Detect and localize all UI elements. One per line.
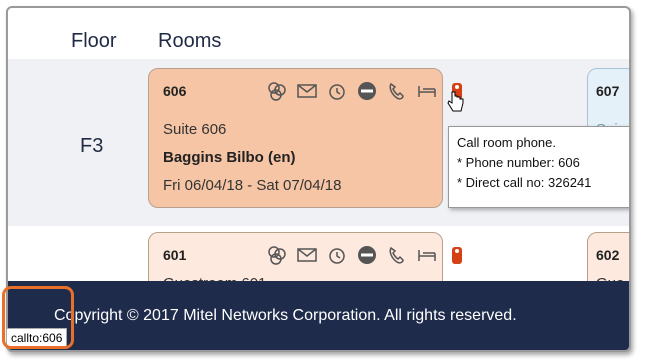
do-not-disturb-icon[interactable] — [357, 81, 377, 101]
room-type: Suite 606 — [163, 121, 227, 138]
footer: Copyright © 2017 Mitel Networks Corporat… — [8, 281, 629, 350]
app-window: Floor Rooms F3 606 Suite 606 Baggins Bil… — [6, 6, 631, 352]
door-hanger-icon[interactable] — [447, 245, 467, 265]
mail-icon[interactable] — [297, 245, 317, 265]
tooltip-phone-number: * Phone number: 606 — [457, 155, 580, 170]
rooms-column-header: Rooms — [158, 30, 222, 52]
mail-icon[interactable] — [297, 81, 317, 101]
room-number: 607 — [596, 83, 620, 99]
room-action-icons — [267, 245, 467, 265]
tooltip-title: Call room phone. — [457, 135, 556, 150]
do-not-disturb-icon[interactable] — [357, 245, 377, 265]
hand-cursor-icon — [447, 91, 464, 112]
room-number: 602 — [596, 247, 620, 263]
room-number: 606 — [163, 83, 187, 99]
phone-icon[interactable] — [387, 81, 407, 101]
floor-column-header: Floor — [71, 30, 117, 52]
bell-group-icon[interactable] — [267, 81, 287, 101]
call-room-tooltip: Call room phone. * Phone number: 606 * D… — [448, 126, 629, 208]
room-number: 601 — [163, 247, 187, 263]
floor-label: F3 — [80, 135, 104, 157]
guest-name: Baggins Bilbo (en) — [163, 149, 296, 166]
bed-icon[interactable] — [417, 81, 437, 101]
room-card-606[interactable]: 606 Suite 606 Baggins Bilbo (en) Fri 06/… — [148, 68, 464, 208]
phone-icon[interactable] — [387, 245, 407, 265]
tooltip-direct-call: * Direct call no: 326241 — [457, 175, 592, 190]
alarm-clock-icon[interactable] — [327, 245, 347, 265]
copyright-text: Copyright © 2017 Mitel Networks Corporat… — [54, 307, 517, 324]
bed-icon[interactable] — [417, 245, 437, 265]
room-action-icons — [267, 81, 467, 101]
alarm-clock-icon[interactable] — [327, 81, 347, 101]
stay-dates: Fri 06/04/18 - Sat 07/04/18 — [163, 177, 342, 194]
highlight-box — [2, 286, 74, 349]
bell-group-icon[interactable] — [267, 245, 287, 265]
